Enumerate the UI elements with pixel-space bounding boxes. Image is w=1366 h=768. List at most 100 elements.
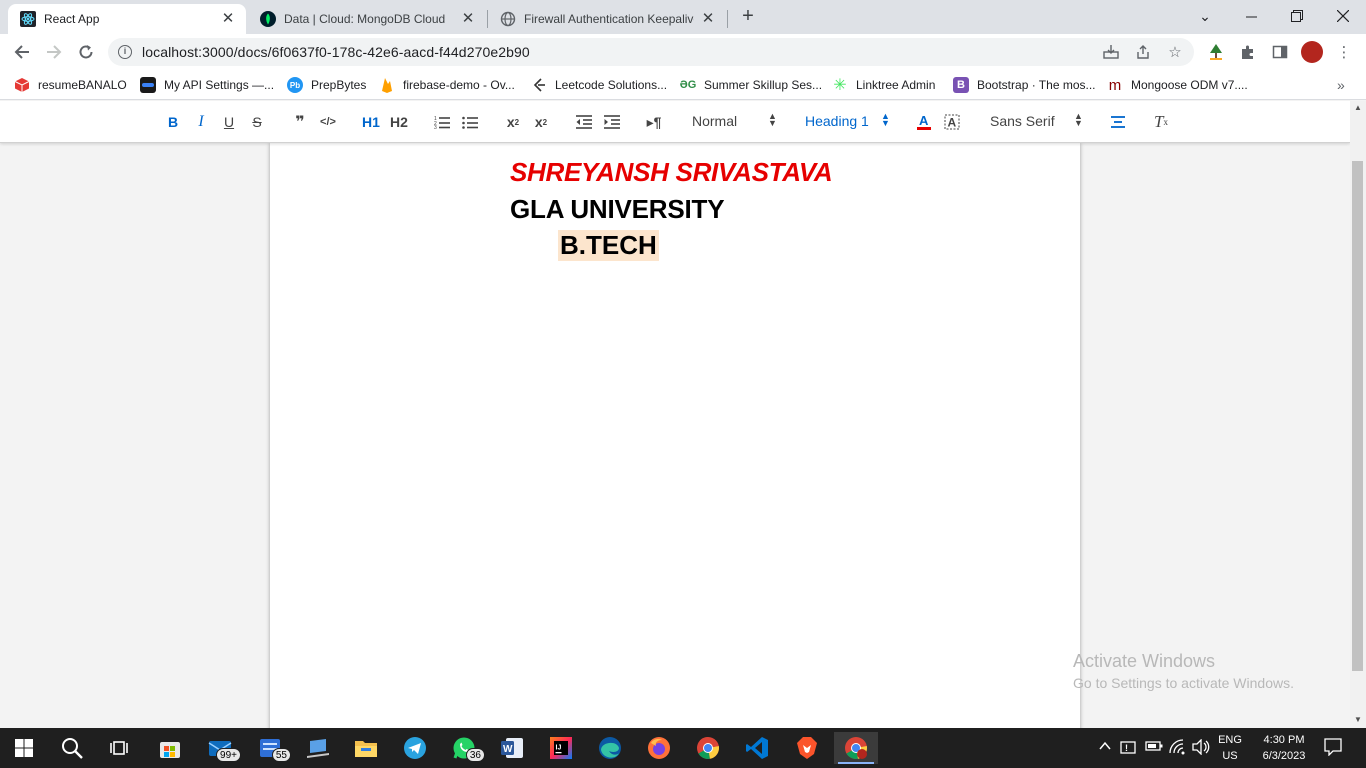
bookmark-label: PrepBytes: [311, 78, 367, 92]
edge-icon[interactable]: [588, 732, 632, 764]
show-hidden-icons-icon[interactable]: [1098, 739, 1112, 756]
reload-icon[interactable]: [72, 38, 100, 66]
close-window-icon[interactable]: [1320, 0, 1366, 32]
editor-line-name[interactable]: SHREYANSH SRIVASTAVA: [510, 157, 833, 188]
bookmark-linktree[interactable]: ✳ Linktree Admin: [832, 76, 935, 94]
bookmark-mongoose[interactable]: m Mongoose ODM v7....: [1107, 76, 1248, 94]
telegram-icon[interactable]: [393, 732, 437, 764]
outdent-icon[interactable]: [574, 112, 594, 132]
strike-button[interactable]: S: [248, 112, 266, 132]
close-icon[interactable]: ✕: [220, 11, 236, 27]
code-block-button[interactable]: </>: [318, 112, 338, 132]
tasks-app-icon[interactable]: 55: [248, 732, 292, 764]
header-picker[interactable]: Normal ▲ ▼: [692, 111, 778, 130]
new-tab-button[interactable]: +: [734, 4, 762, 30]
firefox-icon[interactable]: [637, 732, 681, 764]
start-button[interactable]: [2, 732, 46, 764]
tab-separator: [727, 10, 728, 28]
header-1-button[interactable]: H1: [360, 112, 382, 132]
task-view-icon[interactable]: [98, 732, 142, 764]
brave-icon[interactable]: [785, 732, 829, 764]
forward-arrow-icon[interactable]: [40, 38, 68, 66]
input-language[interactable]: ENG US: [1214, 732, 1246, 764]
install-icon[interactable]: [1102, 44, 1120, 62]
battery-icon[interactable]: [1145, 740, 1163, 755]
back-arrow-icon[interactable]: [8, 38, 36, 66]
subscript-icon[interactable]: x2: [503, 112, 523, 132]
scroll-thumb[interactable]: [1352, 161, 1363, 671]
vscode-icon[interactable]: [735, 732, 779, 764]
volume-icon[interactable]: [1192, 738, 1210, 758]
intellij-icon[interactable]: IJ: [539, 732, 583, 764]
size-picker[interactable]: Heading 1 ▲ ▼: [805, 112, 891, 130]
svg-text:IJ: IJ: [556, 745, 562, 752]
close-icon[interactable]: ✕: [460, 11, 476, 27]
leetcode-icon: [531, 77, 547, 93]
chrome-icon[interactable]: [686, 732, 730, 764]
notification-tray-icon[interactable]: !: [1120, 739, 1138, 758]
side-panel-icon[interactable]: [1270, 42, 1290, 62]
wifi-icon[interactable]: [1169, 739, 1187, 758]
scroll-down-icon[interactable]: ▼: [1350, 713, 1366, 727]
word-icon[interactable]: W: [490, 732, 534, 764]
file-explorer-icon[interactable]: [344, 732, 388, 764]
info-icon[interactable]: i: [118, 45, 132, 59]
address-bar[interactable]: i localhost:3000/docs/6f0637f0-178c-42e6…: [108, 38, 1194, 66]
bootstrap-icon: B: [953, 77, 969, 93]
background-color-icon[interactable]: A: [942, 112, 962, 132]
document-page[interactable]: SHREYANSH SRIVASTAVA GLA UNIVERSITY B.TE…: [270, 143, 1080, 728]
bullet-list-icon[interactable]: [460, 112, 480, 132]
blockquote-button[interactable]: ❞: [290, 112, 310, 132]
tab-mongodb[interactable]: Data | Cloud: MongoDB Cloud ✕: [248, 4, 486, 34]
tab-react-app[interactable]: React App ✕: [8, 4, 246, 34]
bookmark-leetcode[interactable]: Leetcode Solutions...: [531, 76, 667, 94]
superscript-icon[interactable]: x2: [531, 112, 551, 132]
microsoft-store-icon[interactable]: [148, 732, 192, 764]
bookmarks-bar: resumeBANALO My API Settings —... Pb Pre…: [0, 70, 1366, 100]
editor-line-degree[interactable]: B.TECH: [558, 230, 659, 261]
profile-avatar[interactable]: [1301, 41, 1323, 63]
restore-icon[interactable]: [1274, 0, 1320, 32]
tab-firewall[interactable]: Firewall Authentication Keepalive ✕: [488, 4, 726, 34]
clock[interactable]: 4:30 PM 6/3/2023: [1252, 732, 1316, 764]
whatsapp-icon[interactable]: 36: [442, 732, 486, 764]
font-picker[interactable]: Sans Serif ▲ ▼: [990, 112, 1086, 130]
bookmark-api-settings[interactable]: My API Settings —...: [140, 76, 274, 94]
laptop-app-icon[interactable]: [296, 732, 340, 764]
align-center-icon[interactable]: [1108, 112, 1128, 132]
search-icon[interactable]: [50, 732, 94, 764]
menu-kebab-icon[interactable]: ⋮: [1334, 42, 1354, 62]
tree-extension-icon[interactable]: [1206, 42, 1226, 62]
mail-icon[interactable]: 99+: [198, 732, 242, 764]
header-2-button[interactable]: H2: [388, 112, 410, 132]
bookmark-summer-skillup[interactable]: ƏG Summer Skillup Ses...: [680, 76, 822, 94]
picker-arrows-icon: ▲ ▼: [768, 111, 777, 128]
bookmarks-overflow-icon[interactable]: »: [1337, 76, 1345, 94]
bookmark-label: Mongoose ODM v7....: [1131, 78, 1248, 92]
notifications-icon[interactable]: [1324, 738, 1342, 759]
svg-text:3: 3: [434, 125, 437, 129]
bookmark-firebase-demo[interactable]: firebase-demo - Ov...: [379, 76, 515, 94]
text-direction-icon[interactable]: ▸¶: [644, 112, 664, 132]
italic-button[interactable]: I: [192, 112, 210, 132]
editor-line-university[interactable]: GLA UNIVERSITY: [510, 194, 725, 225]
bookmark-bootstrap[interactable]: B Bootstrap · The mos...: [953, 76, 1096, 94]
vertical-scrollbar[interactable]: ▲ ▼: [1350, 101, 1366, 728]
share-icon[interactable]: [1134, 44, 1152, 62]
scroll-up-icon[interactable]: ▲: [1350, 101, 1366, 115]
bookmark-star-icon[interactable]: ☆: [1166, 44, 1184, 62]
underline-button[interactable]: U: [220, 112, 238, 132]
clear-formatting-icon[interactable]: Tx: [1151, 112, 1171, 132]
extensions-puzzle-icon[interactable]: [1238, 42, 1258, 62]
ordered-list-icon[interactable]: 123: [432, 112, 452, 132]
bold-button[interactable]: B: [164, 112, 182, 132]
chrome-active-icon[interactable]: [834, 732, 878, 764]
minimize-icon[interactable]: [1228, 0, 1274, 32]
indent-icon[interactable]: [602, 112, 622, 132]
tab-search-icon[interactable]: ⌄: [1182, 0, 1228, 32]
svg-text:!: !: [1125, 743, 1128, 753]
text-color-icon[interactable]: A: [914, 112, 934, 132]
bookmark-prepbytes[interactable]: Pb PrepBytes: [287, 76, 366, 94]
close-icon[interactable]: ✕: [700, 11, 716, 27]
bookmark-resumebanalo[interactable]: resumeBANALO: [14, 76, 127, 94]
